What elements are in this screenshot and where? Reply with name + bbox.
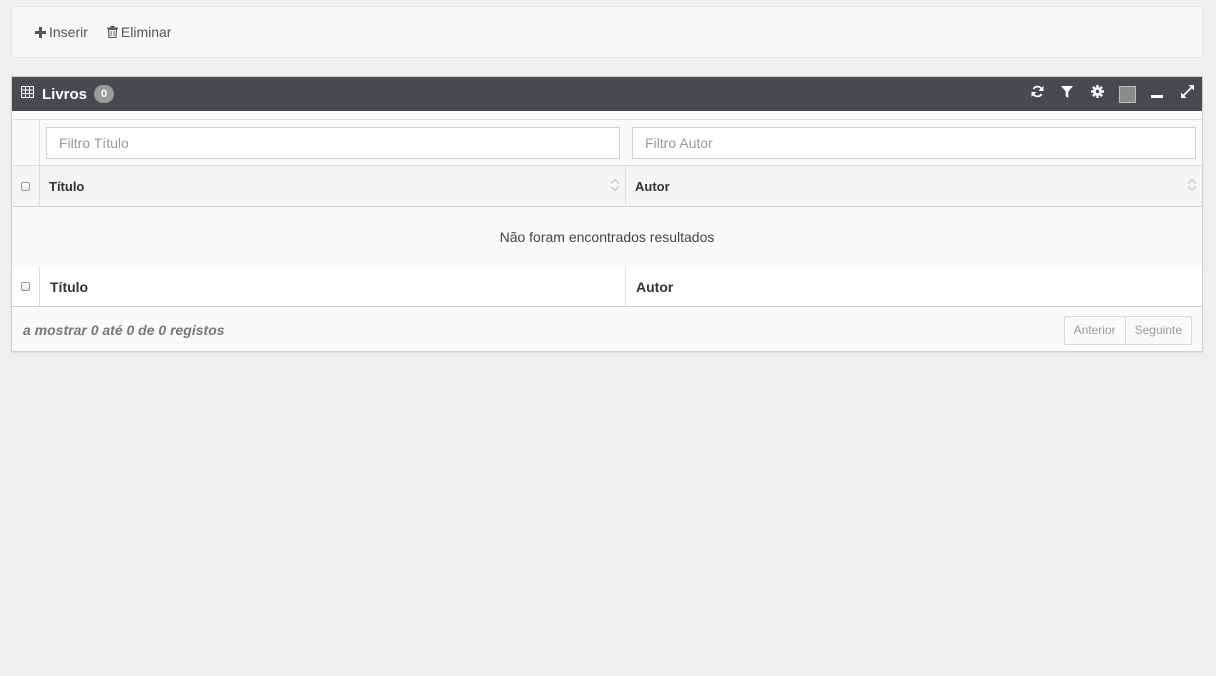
collapse-button[interactable]	[1142, 77, 1172, 111]
delete-button-label: Eliminar	[120, 24, 172, 40]
minimize-icon	[1151, 85, 1163, 103]
column-header-author[interactable]: Autor	[626, 166, 1202, 206]
plus-icon	[35, 26, 46, 38]
select-all-cell	[12, 166, 40, 206]
author-filter-cell	[626, 120, 1202, 165]
refresh-button[interactable]	[1022, 77, 1052, 111]
author-filter-input[interactable]	[632, 126, 1196, 159]
delete-button[interactable]: Eliminar	[106, 24, 172, 40]
empty-results-message: Não foram encontrados resultados	[12, 207, 1202, 268]
refresh-icon	[1031, 85, 1044, 103]
filter-row	[12, 119, 1202, 166]
column-header-author-label: Autor	[635, 178, 670, 194]
sort-icon	[1187, 178, 1197, 195]
pagination-bar: a mostrar 0 até 0 de 0 registos Anterior…	[12, 308, 1202, 352]
pagination-controls: Anterior Seguinte	[1063, 315, 1192, 345]
footer-select-checkbox[interactable]	[21, 282, 30, 291]
filter-button[interactable]	[1052, 77, 1082, 111]
filter-row-spacer	[12, 120, 40, 165]
fullscreen-button[interactable]	[1172, 77, 1202, 111]
footer-column-author: Autor	[636, 278, 674, 295]
sort-icon	[610, 178, 620, 195]
next-page-button[interactable]: Seguinte	[1124, 316, 1191, 344]
widget-tools	[1022, 77, 1202, 111]
column-header-title-label: Título	[49, 178, 85, 194]
widget-header: Livros 0	[12, 77, 1202, 111]
table-icon	[21, 85, 34, 103]
filter-icon	[1061, 85, 1073, 103]
fullscreen-icon	[1180, 85, 1194, 103]
footer-select-cell	[12, 267, 40, 306]
record-count-badge: 0	[94, 85, 115, 103]
insert-button-label: Inserir	[49, 24, 88, 40]
color-picker-button[interactable]	[1112, 77, 1142, 111]
widget-title: Livros	[42, 85, 88, 103]
title-filter-cell	[40, 120, 626, 165]
select-all-checkbox[interactable]	[21, 181, 30, 191]
column-header-title[interactable]: Título	[40, 166, 626, 206]
footer-column-title: Título	[40, 267, 626, 306]
settings-button[interactable]	[1082, 77, 1112, 111]
pagination-info: a mostrar 0 até 0 de 0 registos	[23, 322, 225, 338]
insert-button[interactable]: Inserir	[35, 24, 88, 40]
color-swatch	[1118, 85, 1136, 103]
title-filter-input[interactable]	[46, 126, 620, 159]
books-widget: Livros 0 Filtro Título Filtro Autor Títu…	[11, 76, 1203, 352]
action-toolbar: Inserir Eliminar	[11, 6, 1203, 58]
previous-page-button[interactable]: Anterior	[1065, 317, 1125, 344]
table-footer: Título Autor	[12, 267, 1202, 307]
table-header: Título Autor	[12, 166, 1202, 207]
gear-icon	[1090, 85, 1104, 103]
trash-icon	[106, 26, 118, 38]
